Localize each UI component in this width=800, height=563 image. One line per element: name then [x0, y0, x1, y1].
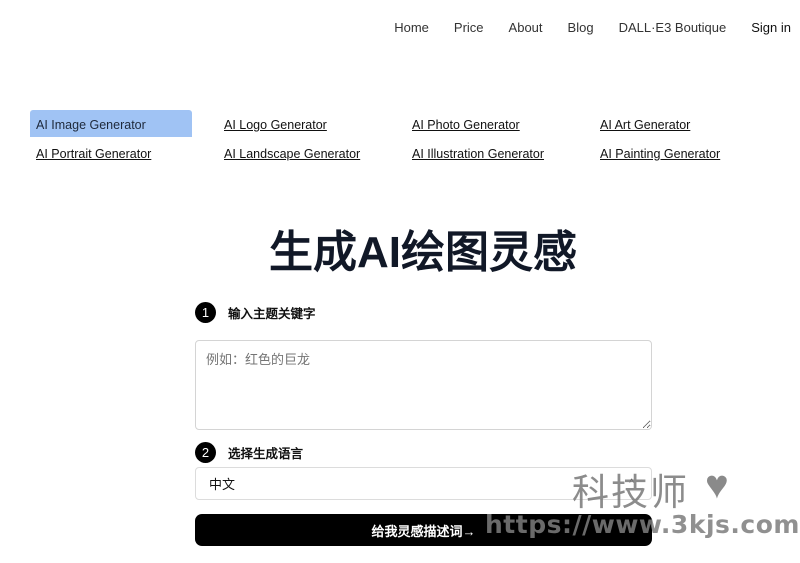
step-number-badge: 2 — [195, 441, 216, 463]
generate-inspiration-button[interactable]: 给我灵感描述词→ — [195, 514, 652, 546]
step-2-header: 2 选择生成语言 — [195, 440, 303, 464]
page-title: 生成AI绘图灵感 — [269, 228, 577, 277]
generator-link-logo[interactable]: AI Logo Generator — [218, 110, 406, 137]
generator-link-image[interactable]: AI Image Generator — [30, 110, 192, 137]
generator-link-painting[interactable]: AI Painting Generator — [594, 139, 782, 166]
step-2-label: 选择生成语言 — [228, 446, 304, 461]
nav-about-link[interactable]: About — [509, 20, 543, 35]
heart-icon: ♥ — [705, 463, 729, 507]
nav-price-link[interactable]: Price — [454, 20, 484, 35]
inspiration-form: 1 输入主题关键字 2 选择生成语言 中文 ^ 给我灵感描述词→ — [195, 300, 652, 546]
nav-home-link[interactable]: Home — [394, 20, 429, 35]
language-selected-value: 中文 — [209, 477, 236, 492]
generator-links: AI Image Generator AI Logo Generator AI … — [30, 110, 790, 166]
generator-link-portrait[interactable]: AI Portrait Generator — [30, 139, 218, 166]
step-1-label: 输入主题关键字 — [228, 306, 316, 321]
sign-in-link[interactable]: Sign in — [751, 20, 791, 35]
step-1-header: 1 输入主题关键字 — [195, 300, 652, 324]
nav-blog-link[interactable]: Blog — [568, 20, 594, 35]
step-number-badge: 1 — [195, 301, 216, 323]
generator-link-art[interactable]: AI Art Generator — [594, 110, 782, 137]
keyword-input[interactable] — [195, 340, 652, 430]
generator-link-photo[interactable]: AI Photo Generator — [406, 110, 594, 137]
top-navigation: Home Price About Blog DALL·E3 Boutique S… — [394, 17, 800, 37]
chevron-up-icon: ^ — [629, 478, 634, 489]
generator-link-landscape[interactable]: AI Landscape Generator — [218, 139, 406, 166]
language-select[interactable]: 中文 ^ — [195, 467, 652, 500]
generator-link-illustration[interactable]: AI Illustration Generator — [406, 139, 594, 166]
nav-dalle3-boutique-link[interactable]: DALL·E3 Boutique — [619, 20, 727, 35]
